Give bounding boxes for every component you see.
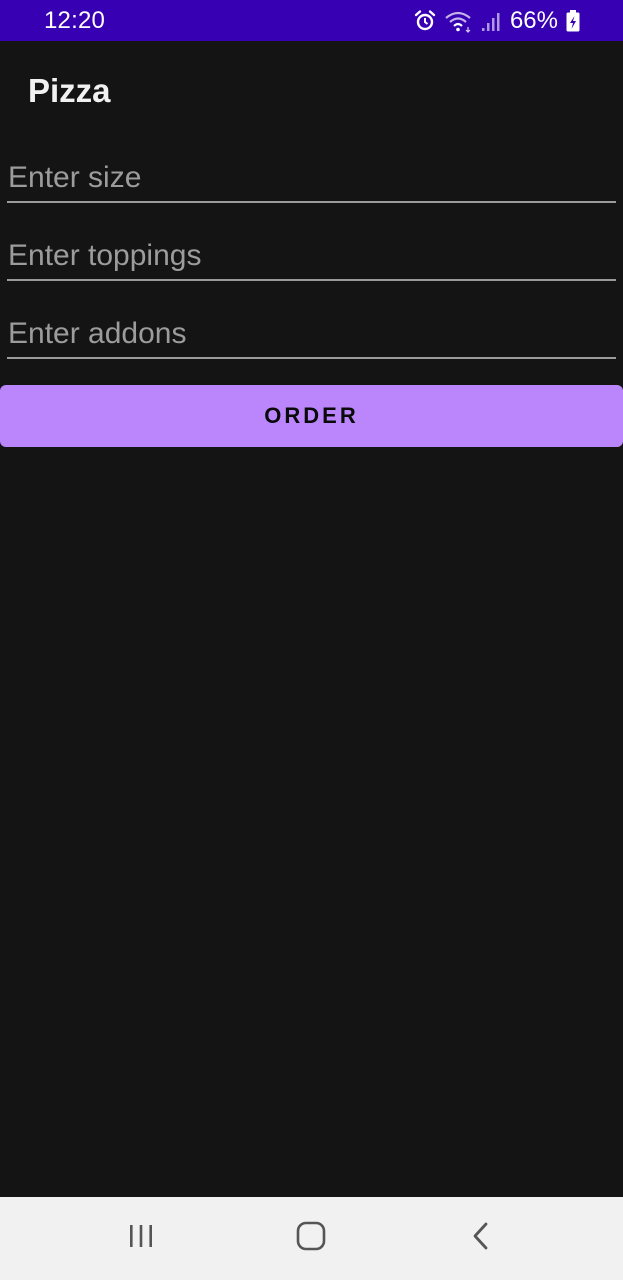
home-icon — [294, 1219, 328, 1258]
recent-apps-icon — [125, 1220, 157, 1257]
size-input[interactable] — [7, 159, 616, 201]
home-button[interactable] — [271, 1209, 351, 1269]
status-icons: 66% — [413, 7, 581, 35]
recent-apps-button[interactable] — [101, 1209, 181, 1269]
navigation-bar — [0, 1197, 623, 1280]
toppings-field — [7, 237, 616, 281]
toppings-input[interactable] — [7, 237, 616, 279]
order-button[interactable]: ORDER — [0, 385, 623, 447]
size-field — [7, 159, 616, 203]
battery-percent: 66% — [509, 6, 558, 34]
addons-field — [7, 315, 616, 359]
battery-charging-icon — [565, 9, 581, 33]
page-title: Pizza — [28, 72, 111, 109]
back-icon — [466, 1220, 498, 1257]
alarm-icon — [413, 9, 437, 33]
back-button[interactable] — [442, 1209, 522, 1269]
signal-icon — [481, 9, 503, 33]
addons-input[interactable] — [7, 315, 616, 357]
wifi-icon — [444, 9, 474, 33]
status-bar: 12:20 66% — [0, 0, 623, 41]
status-time: 12:20 — [44, 6, 106, 34]
screen: 12:20 66% Pizza Enter size Enter topping… — [0, 0, 623, 1280]
